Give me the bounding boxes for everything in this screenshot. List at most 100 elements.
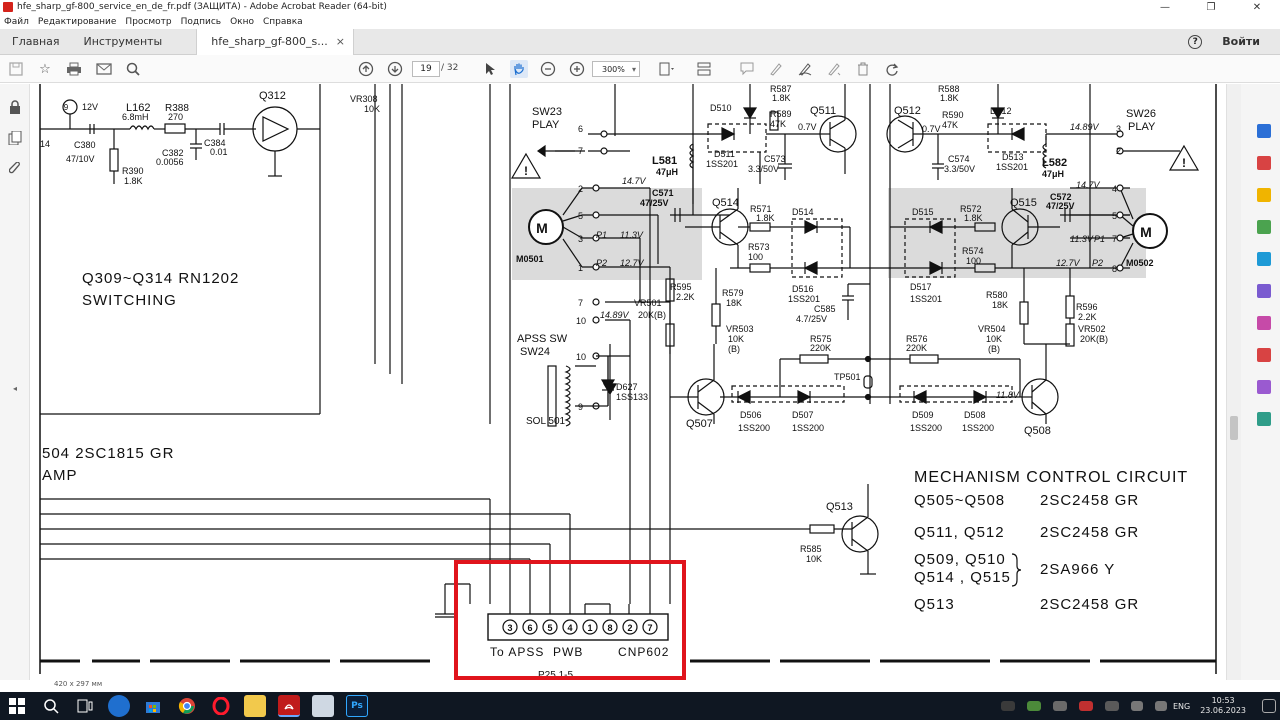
- page-up-icon[interactable]: [357, 60, 375, 78]
- tray-icon-3[interactable]: [1052, 701, 1067, 711]
- opera-icon[interactable]: [210, 695, 232, 717]
- help-icon[interactable]: ?: [1188, 34, 1203, 49]
- tab-close-icon[interactable]: ×: [336, 35, 345, 48]
- voltage-14-89-right: 14.89V: [1070, 122, 1100, 132]
- mail-icon[interactable]: [95, 60, 113, 78]
- tray-icon-2[interactable]: [1026, 701, 1041, 711]
- q512-voltage: 0.7V: [922, 124, 941, 134]
- menu-file[interactable]: Файл: [4, 17, 29, 27]
- vertical-scrollbar[interactable]: [1227, 84, 1241, 680]
- create-pdf-icon[interactable]: [1257, 156, 1271, 170]
- q512-label: Q512: [894, 105, 921, 117]
- notifications-icon[interactable]: [1262, 699, 1276, 713]
- menu-help[interactable]: Справка: [263, 17, 303, 27]
- pin-5r-label: 5: [1112, 211, 1117, 221]
- tray-icon-5[interactable]: [1104, 701, 1119, 711]
- pin-7b-label: 7: [578, 298, 583, 308]
- language-indicator[interactable]: ENG: [1173, 702, 1190, 711]
- pin-1-label: 1: [578, 263, 583, 273]
- node-9-label: 9: [64, 103, 69, 112]
- document-view[interactable]: 9 12V 14 L162 6.8mH R388 270 C380 47/10V…: [30, 84, 1226, 680]
- menu-sign[interactable]: Подпись: [181, 17, 221, 27]
- zoom-select[interactable]: 300%: [592, 61, 640, 77]
- search-icon[interactable]: [124, 60, 142, 78]
- compress-pdf-icon[interactable]: [1257, 316, 1271, 330]
- windows-start-icon[interactable]: [6, 695, 28, 717]
- comment-icon[interactable]: [738, 60, 756, 78]
- protect-icon[interactable]: [1257, 348, 1271, 362]
- save-icon[interactable]: [7, 60, 25, 78]
- maximize-button[interactable]: ❐: [1188, 2, 1234, 13]
- search-taskbar-icon[interactable]: [40, 695, 62, 717]
- highlight-icon[interactable]: [767, 60, 785, 78]
- network-icon[interactable]: [1130, 701, 1143, 711]
- menu-view[interactable]: Просмотр: [125, 17, 171, 27]
- acrobat-taskbar-icon[interactable]: [278, 695, 300, 717]
- attachment-icon[interactable]: [8, 161, 22, 176]
- zoom-in-icon[interactable]: [568, 60, 586, 78]
- collapse-left-icon[interactable]: ◂: [8, 384, 22, 398]
- l582-label: L582: [1042, 157, 1067, 169]
- menu-window[interactable]: Окно: [230, 17, 254, 27]
- select-cursor-icon[interactable]: [481, 60, 499, 78]
- edge-icon[interactable]: [108, 695, 130, 717]
- store-icon[interactable]: [142, 695, 164, 717]
- taskbar: Ps ENG 10:53 23.06.2023: [0, 692, 1280, 720]
- task-view-icon[interactable]: [74, 695, 96, 717]
- organize-pages-icon[interactable]: [1257, 252, 1271, 266]
- comment-tool-icon[interactable]: [1257, 188, 1271, 202]
- d516-value: 1SS201: [788, 294, 820, 304]
- combine-files-icon[interactable]: [1257, 220, 1271, 234]
- pages-icon[interactable]: [8, 130, 22, 146]
- q511-label: Q511: [810, 105, 836, 117]
- node-14-label: 14: [40, 139, 50, 149]
- tray-icon-4[interactable]: [1078, 701, 1093, 711]
- tab-tools[interactable]: Инструменты: [72, 29, 175, 55]
- more-tools-icon[interactable]: [1257, 412, 1271, 426]
- zoom-out-icon[interactable]: [539, 60, 557, 78]
- export-pdf-icon[interactable]: [1257, 124, 1271, 138]
- lock-icon[interactable]: [8, 100, 22, 114]
- c573-value: 3.3/50V: [748, 164, 779, 174]
- scrollbar-thumb[interactable]: [1230, 416, 1238, 440]
- clock[interactable]: 10:53 23.06.2023: [1200, 696, 1246, 716]
- rotate-icon[interactable]: [883, 60, 901, 78]
- tray-icon-1[interactable]: [1000, 701, 1015, 711]
- minimize-button[interactable]: —: [1142, 2, 1188, 13]
- login-button[interactable]: Войти: [1222, 35, 1260, 48]
- pin-8r-label: 8: [1112, 264, 1117, 274]
- tab-home[interactable]: Главная: [0, 29, 72, 55]
- sign-icon[interactable]: [796, 60, 814, 78]
- tab-document[interactable]: hfe_sharp_gf-800_s... ×: [196, 28, 354, 55]
- mech-row-5-left: Q513: [914, 596, 955, 613]
- page-down-icon[interactable]: [386, 60, 404, 78]
- page-size-label: 420 x 297 мм: [54, 680, 103, 688]
- print-icon[interactable]: [65, 60, 83, 78]
- notepad-icon[interactable]: [312, 695, 334, 717]
- star-icon[interactable]: ☆: [36, 60, 54, 78]
- mech-row-2-right: 2SC2458 GR: [1040, 524, 1139, 541]
- volume-icon[interactable]: [1154, 701, 1167, 711]
- sw23-play-label: PLAY: [532, 119, 560, 131]
- stamp-icon[interactable]: [825, 60, 843, 78]
- acrobat-app-icon: [3, 2, 13, 12]
- page-number-input[interactable]: 19: [412, 61, 440, 77]
- menu-edit[interactable]: Редактирование: [38, 17, 117, 27]
- d510-label: D510: [710, 103, 732, 113]
- c585-label: C585: [814, 304, 836, 314]
- redact-icon[interactable]: [1257, 284, 1271, 298]
- c382-value: 0.0056: [156, 157, 184, 167]
- pin-2r-label: 2: [1116, 146, 1121, 156]
- photoshop-icon[interactable]: Ps: [346, 695, 368, 717]
- c573-label: C573: [764, 154, 786, 164]
- chrome-icon[interactable]: [176, 695, 198, 717]
- hand-tool-icon[interactable]: [510, 60, 528, 78]
- close-button[interactable]: ✕: [1234, 2, 1280, 13]
- fit-page-icon[interactable]: [658, 60, 676, 78]
- delete-icon[interactable]: [854, 60, 872, 78]
- file-explorer-icon[interactable]: [244, 695, 266, 717]
- scroll-mode-icon[interactable]: [695, 60, 713, 78]
- fill-sign-icon[interactable]: [1257, 380, 1271, 394]
- sw26-play-label: PLAY: [1128, 121, 1156, 133]
- voltage-11-3-right: 11.3V: [1070, 234, 1094, 244]
